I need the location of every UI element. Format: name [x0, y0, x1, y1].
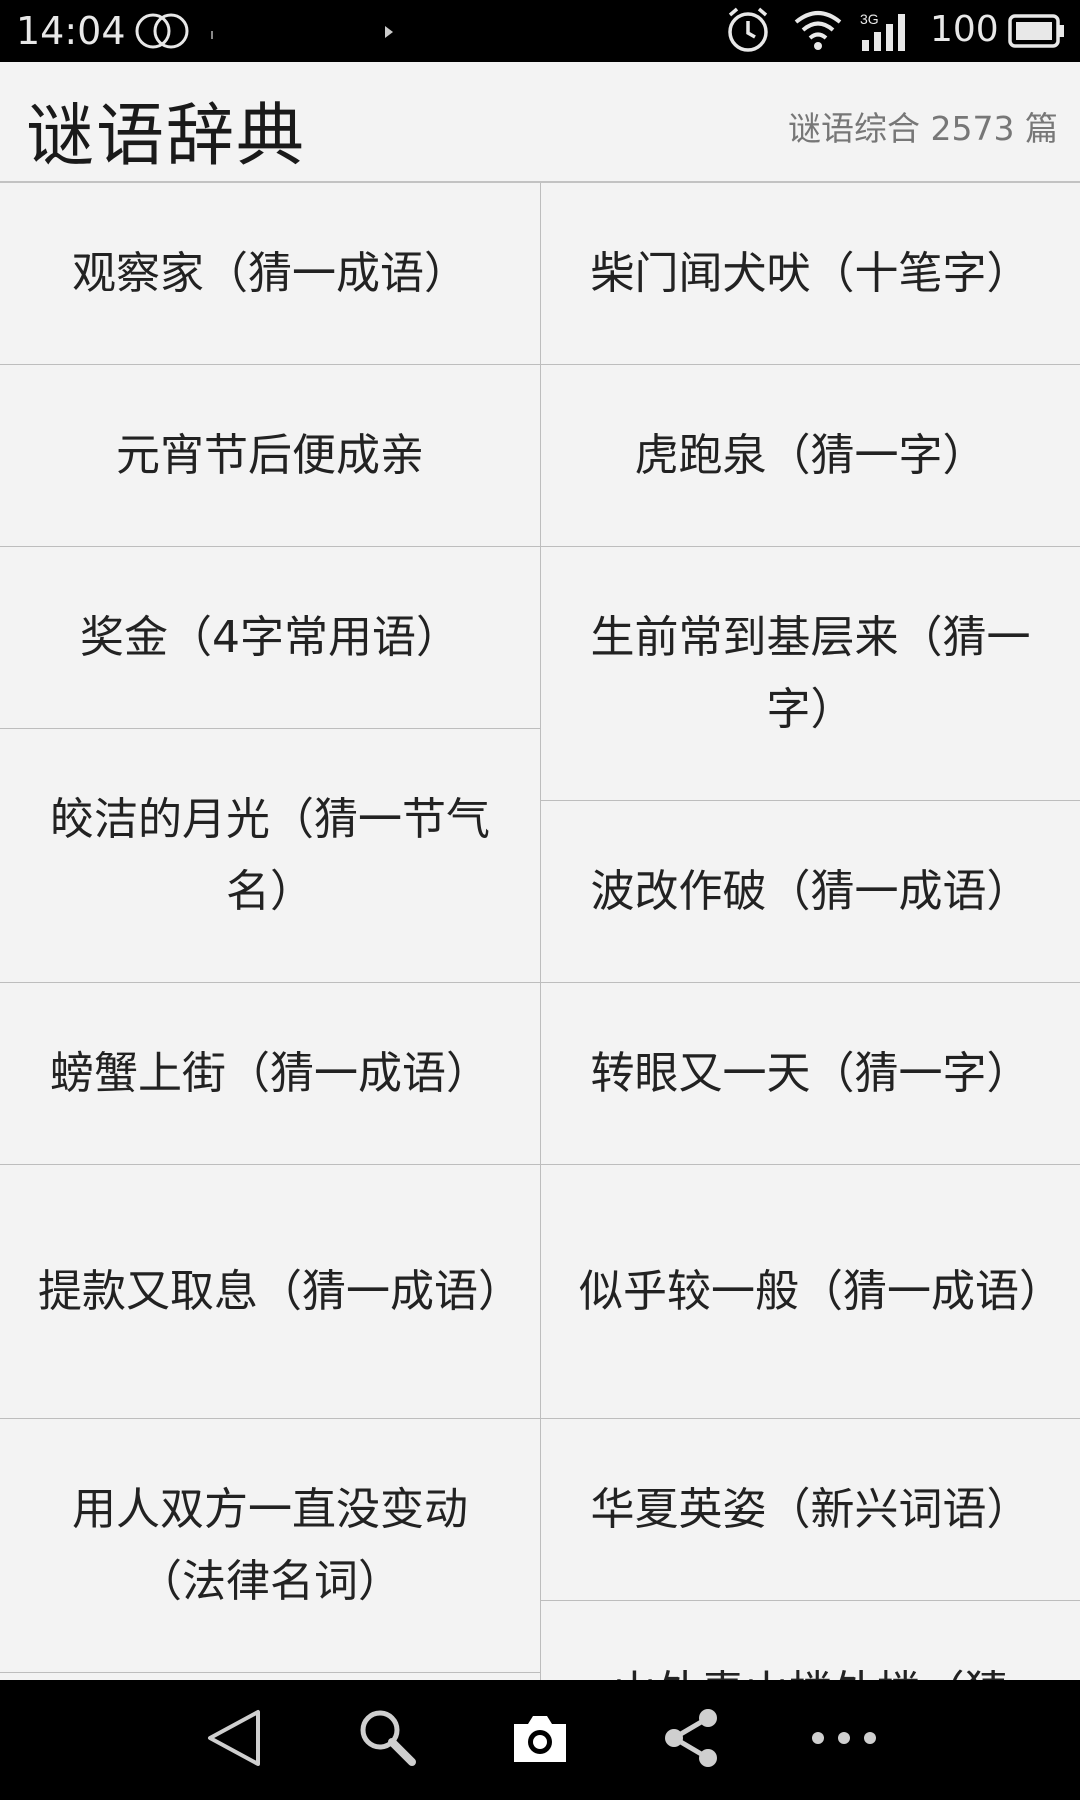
- back-icon: [202, 1706, 266, 1774]
- more-button[interactable]: [804, 1700, 884, 1780]
- page-title: 谜语辞典: [26, 97, 307, 176]
- dual-circle-icon: [134, 12, 190, 54]
- riddle-item[interactable]: 似乎较一般（猜一成语）: [541, 1165, 1080, 1419]
- battery-level: 100: [930, 9, 999, 50]
- riddle-text: 奖金（4字常用语）: [80, 611, 460, 663]
- bottom-nav-bar: [0, 1680, 1080, 1800]
- status-time: 14:04: [16, 9, 126, 53]
- riddle-text: 元宵节后便成亲: [116, 429, 424, 481]
- riddle-item[interactable]: 华夏英姿（新兴词语）: [541, 1419, 1080, 1601]
- riddle-item[interactable]: 奖金（4字常用语）: [0, 547, 540, 729]
- battery-icon: [1008, 14, 1066, 52]
- riddle-item[interactable]: 转眼又一天（猜一字）: [541, 983, 1080, 1165]
- riddle-item[interactable]: 柴门闻犬吠（十笔字）: [541, 183, 1080, 365]
- more-icon: [808, 1726, 880, 1754]
- riddle-item[interactable]: 山外青山楼外楼（猜: [541, 1601, 1080, 1680]
- riddle-text: 柴门闻犬吠（十笔字）: [590, 247, 1031, 299]
- riddle-text: 螃蟹上街（猜一成语）: [50, 1047, 490, 1099]
- riddle-text: 虎跑泉（猜一字）: [634, 429, 987, 481]
- riddle-item[interactable]: 生前常到基层来（猜一字）: [541, 547, 1080, 801]
- riddle-count: 谜语综合 2573 篇: [788, 109, 1058, 148]
- riddle-column-left: 观察家（猜一成语） 元宵节后便成亲 奖金（4字常用语） 皎洁的月光（猜一节气名）…: [0, 183, 541, 1680]
- share-icon: [660, 1706, 724, 1774]
- riddle-item[interactable]: 用人双方一直没变动（法律名词）: [0, 1419, 540, 1673]
- svg-text:3G: 3G: [860, 11, 879, 27]
- riddle-grid: 观察家（猜一成语） 元宵节后便成亲 奖金（4字常用语） 皎洁的月光（猜一节气名）…: [0, 183, 1080, 1680]
- app-header: 谜语辞典 谜语综合 2573 篇: [0, 62, 1080, 183]
- alarm-icon: [724, 6, 772, 58]
- signal-icon: 3G: [858, 10, 916, 56]
- riddle-text: 生前常到基层来（猜一字）: [590, 611, 1031, 735]
- riddle-text: 山外青山楼外楼（猜: [613, 1657, 1009, 1680]
- status-bar: 14:04 3G 100: [0, 0, 1080, 62]
- riddle-item[interactable]: 螃蟹上街（猜一成语）: [0, 983, 540, 1165]
- riddle-text: 皎洁的月光（猜一节气名）: [50, 793, 490, 917]
- riddle-text: 华夏英姿（新兴词语）: [590, 1483, 1031, 1535]
- wifi-icon: [792, 8, 844, 56]
- riddle-text: 似乎较一般（猜一成语）: [579, 1265, 1063, 1317]
- play-indicator-icon: [384, 24, 394, 43]
- camera-icon: [508, 1708, 572, 1772]
- riddle-item[interactable]: 提款又取息（猜一成语）: [0, 1165, 540, 1419]
- riddle-text: 波改作破（猜一成语）: [590, 865, 1031, 917]
- riddle-text: 提款又取息（猜一成语）: [38, 1265, 522, 1317]
- screenshot-button[interactable]: [500, 1700, 580, 1780]
- search-icon: [356, 1706, 420, 1774]
- riddle-text: 转眼又一天（猜一字）: [590, 1047, 1031, 1099]
- riddle-text: 用人双方一直没变动（法律名词）: [72, 1483, 468, 1607]
- riddle-item[interactable]: 皎洁的月光（猜一节气名）: [0, 729, 540, 983]
- riddle-text: 观察家（猜一成语）: [72, 247, 468, 299]
- riddle-item[interactable]: 虎跑泉（猜一字）: [541, 365, 1080, 547]
- dot-icon: [210, 26, 216, 45]
- riddle-item[interactable]: 观察家（猜一成语）: [0, 183, 540, 365]
- riddle-item[interactable]: 波改作破（猜一成语）: [541, 801, 1080, 983]
- riddle-item[interactable]: 元宵节后便成亲: [0, 365, 540, 547]
- search-button[interactable]: [348, 1700, 428, 1780]
- share-button[interactable]: [652, 1700, 732, 1780]
- back-button[interactable]: [194, 1700, 274, 1780]
